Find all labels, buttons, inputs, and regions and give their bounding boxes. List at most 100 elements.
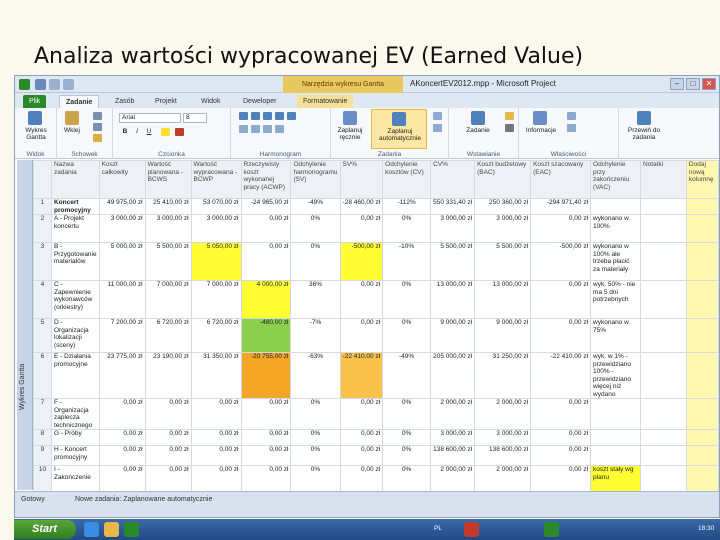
col-header-eac[interactable]: Koszt szacowany (EAC) — [530, 160, 592, 199]
table-row[interactable]: 4C - Zapewnienie wykonawców (orkiestry) 1… — [33, 280, 719, 319]
cell-bac[interactable]: 3 000,00 zł — [474, 214, 532, 243]
cell-sv[interactable]: 36% — [290, 280, 341, 319]
cell-bcws[interactable]: 23 190,00 zł — [144, 352, 192, 399]
start-button[interactable]: Start — [14, 520, 76, 539]
cell-cvp[interactable]: 205 000,00 zł — [430, 352, 476, 399]
col-header-acwp[interactable]: Rzeczywisty koszt wykonanej pracy (ACWP) — [240, 160, 292, 199]
cell-bac[interactable]: 31 250,00 zł — [474, 352, 532, 399]
cell-svp[interactable]: 0,00 zł — [339, 280, 384, 319]
cell-eac[interactable]: 0,00 zł — [530, 398, 592, 430]
table-row[interactable]: 7F - Organizacja zaplecza technicznego 0,… — [33, 398, 719, 430]
cell-acwp[interactable]: 0,00 zł — [240, 445, 292, 466]
cell-bac[interactable]: 138 600,00 zł — [474, 445, 532, 466]
table-row[interactable]: 6E - Działania promocyjne 23 775,00 zł 23 … — [33, 352, 719, 399]
cell-cvp[interactable]: 3 000,00 zł — [430, 429, 476, 446]
cell-bcwp[interactable]: 0,00 zł — [190, 445, 242, 466]
row-number[interactable]: 2 — [33, 214, 52, 243]
cell-name[interactable]: C - Zapewnienie wykonawców (orkiestry) — [50, 280, 100, 319]
row-number[interactable]: 1 — [33, 198, 52, 215]
cell-acwp[interactable]: -480,00 zł — [240, 318, 292, 353]
view-bar[interactable]: Wykres Gantta — [17, 160, 33, 490]
cell-sv[interactable]: 0% — [290, 398, 341, 430]
cell-cvp[interactable]: 13 000,00 zł — [430, 280, 476, 319]
cell-cost[interactable]: 7 200,00 zł — [98, 318, 146, 353]
format-painter-icon[interactable] — [93, 134, 102, 142]
cell-notes[interactable] — [590, 429, 641, 446]
select-all-cell[interactable] — [33, 160, 52, 199]
tab-view[interactable]: Widok — [195, 95, 226, 108]
bold-button[interactable]: B — [121, 128, 129, 135]
col-header-bcwp[interactable]: Wartość wypracowana - BCWP — [190, 160, 242, 199]
cell-cv[interactable]: 0% — [382, 214, 432, 243]
cell-acwp[interactable]: 0,00 zł — [240, 242, 292, 281]
cell-cost[interactable]: 49 975,00 zł — [98, 198, 146, 215]
summary-icon[interactable] — [505, 112, 514, 120]
cell-cost[interactable]: 0,00 zł — [98, 398, 146, 430]
undo-icon[interactable] — [49, 79, 60, 90]
cell-bcws[interactable]: 0,00 zł — [144, 445, 192, 466]
cell-bac[interactable]: 13 000,00 zł — [474, 280, 532, 319]
table-row[interactable]: 9H - Koncert promocyjny 0,00 zł 0,00 zł 0,0… — [33, 445, 719, 466]
language-indicator[interactable]: PL — [434, 525, 442, 532]
cell-cv[interactable]: 0% — [382, 398, 432, 430]
cell-svp[interactable]: -500,00 zł — [339, 242, 384, 281]
cell-add-new[interactable] — [685, 352, 719, 399]
cell-name[interactable]: A - Projekt koncertu — [50, 214, 100, 243]
cell-bcwp[interactable]: 7 000,00 zł — [190, 280, 242, 319]
row-number[interactable]: 4 — [33, 280, 52, 319]
cell-bcwp[interactable]: 5 050,00 zł — [190, 242, 242, 281]
gantt-chart-icon[interactable] — [28, 111, 42, 125]
cell-cost[interactable]: 3 000,00 zł — [98, 214, 146, 243]
cell-cv[interactable]: -10% — [382, 242, 432, 281]
cell-bac[interactable]: 250 360,00 zł — [474, 198, 532, 215]
cell-bac[interactable]: 3 000,00 zł — [474, 429, 532, 446]
cell-cv[interactable]: 0% — [382, 318, 432, 353]
table-row[interactable]: 1 Koncert promocyjny 49 975,00 zł 25 410,00… — [33, 198, 719, 215]
percent-0-icon[interactable] — [239, 112, 248, 120]
cell-bcws[interactable]: 6 720,00 zł — [144, 318, 192, 353]
cell-cv[interactable]: 0% — [382, 280, 432, 319]
link-tasks-icon[interactable] — [263, 125, 272, 133]
cell-bcws[interactable]: 5 500,00 zł — [144, 242, 192, 281]
cell-cvp[interactable]: 9 000,00 zł — [430, 318, 476, 353]
paste-icon[interactable] — [65, 111, 79, 125]
cell-cvp[interactable]: 550 331,40 zł — [430, 198, 476, 215]
col-header-cost[interactable]: Koszt całkowity — [98, 160, 146, 199]
scroll-to-task-icon[interactable] — [637, 111, 651, 125]
col-header-vac[interactable]: Odchylenie przy zakończeniu (VAC) — [590, 160, 641, 199]
move-icon[interactable] — [433, 124, 442, 132]
percent-50-icon[interactable] — [263, 112, 272, 120]
cell-bac[interactable]: 5 500,00 zł — [474, 242, 532, 281]
copy-icon[interactable] — [93, 123, 102, 131]
cell-sv[interactable]: 0% — [290, 242, 341, 281]
cell-eac[interactable]: -500,00 zł — [530, 242, 592, 281]
cell-cvp[interactable]: 138 600,00 zł — [430, 445, 476, 466]
cell-notes[interactable] — [590, 398, 641, 430]
col-header-sv[interactable]: Odchylenie harmonogramu (SV) — [290, 160, 341, 199]
notes-icon[interactable] — [567, 112, 576, 120]
cell-notes[interactable]: wykonano w 100% ale trzeba płacić za mat… — [590, 242, 641, 281]
tab-format[interactable]: Formatowanie — [297, 95, 354, 108]
cell-bcwp[interactable]: 6 720,00 zł — [190, 318, 242, 353]
cell-notes[interactable] — [590, 198, 641, 215]
col-header-cv[interactable]: Odchylenie kosztów (CV) — [382, 160, 432, 199]
close-button[interactable]: ✕ — [702, 78, 716, 90]
explorer-icon[interactable] — [104, 522, 119, 537]
percent-25-icon[interactable] — [251, 112, 260, 120]
col-header-bac[interactable]: Koszt budżetowy (BAC) — [474, 160, 532, 199]
cell-add-new[interactable] — [685, 214, 719, 243]
cell-acwp[interactable]: 0,00 zł — [240, 429, 292, 446]
table-row[interactable]: 2A - Projekt koncertu 3 000,00 zł 3 000,00… — [33, 214, 719, 243]
highlight-color-icon[interactable] — [161, 128, 170, 136]
cell-bac[interactable]: 2 000,00 zł — [474, 398, 532, 430]
cell-add-new[interactable] — [685, 429, 719, 446]
col-header-cv-percent[interactable]: CV% — [430, 160, 476, 199]
tab-task[interactable]: Zadanie — [59, 95, 100, 108]
inspect-icon[interactable] — [433, 112, 442, 120]
unlink-tasks-icon[interactable] — [275, 125, 284, 133]
cell-name[interactable]: Koncert promocyjny — [50, 198, 100, 215]
cell-bcws[interactable]: 3 000,00 zł — [144, 214, 192, 243]
auto-schedule-button[interactable]: Zaplanuj automatycznie — [371, 109, 427, 149]
cell-acwp[interactable]: -24 965,00 zł — [240, 198, 292, 215]
cell-bcwp[interactable]: 53 070,00 zł — [190, 198, 242, 215]
